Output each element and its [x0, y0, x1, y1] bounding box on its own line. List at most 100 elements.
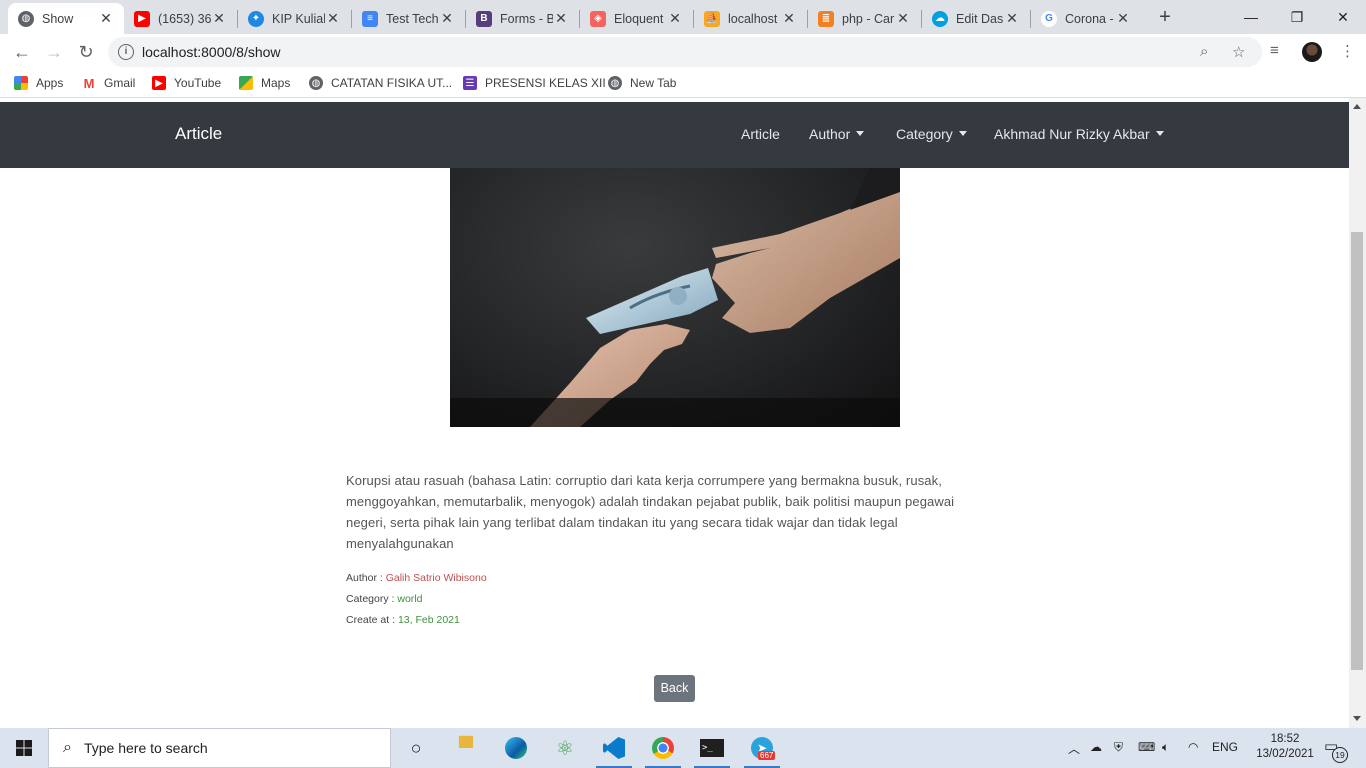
windows-logo-icon — [16, 740, 32, 756]
gmail-icon: M — [82, 75, 96, 91]
address-bar[interactable]: i localhost:8000/8/show ⌕ ☆ — [108, 37, 1262, 67]
tab-show[interactable]: ◍ Show ✕ — [8, 3, 124, 34]
bookmark-star-icon[interactable]: ☆ — [1232, 43, 1245, 61]
menu-kebab-icon[interactable]: ⋮ — [1340, 42, 1355, 60]
apps-grid-icon — [14, 76, 28, 90]
telegram-icon[interactable]: ➤ 667 — [744, 734, 780, 768]
reload-icon[interactable]: ↻ — [74, 40, 98, 64]
security-icon[interactable]: ⛨ — [1114, 740, 1123, 755]
volume-icon[interactable]: 🔈︎ — [1162, 740, 1169, 755]
bookmark-new-tab[interactable]: ◍ New Tab — [608, 76, 676, 90]
tab-eloquent[interactable]: ◈ Eloquent ✕ — [580, 3, 693, 34]
language-indicator[interactable]: ENG — [1212, 740, 1238, 754]
start-button[interactable] — [0, 728, 48, 768]
chrome-icon[interactable] — [645, 734, 681, 768]
telegram-badge: 667 — [758, 751, 776, 760]
vscode-icon[interactable] — [596, 734, 632, 768]
close-window-icon[interactable]: ✕ — [1320, 0, 1366, 34]
minimize-icon[interactable]: — — [1228, 0, 1274, 34]
scroll-up-icon[interactable] — [1353, 104, 1361, 109]
article-category-row: Category : world — [346, 593, 422, 605]
terminal-icon[interactable]: >_ — [694, 734, 730, 768]
cortana-icon[interactable]: ○ — [402, 734, 430, 762]
nav-dropdown-category[interactable]: Category — [896, 126, 967, 142]
forward-arrow-icon[interactable]: → — [42, 40, 66, 64]
close-icon[interactable]: ✕ — [325, 10, 341, 27]
info-icon[interactable]: i — [118, 44, 134, 60]
back-button[interactable]: Back — [654, 675, 695, 702]
clock-date: 13/02/2021 — [1256, 748, 1314, 760]
article-image-illustration — [450, 168, 900, 427]
tab-localhost[interactable]: ⛵ localhost ✕ — [694, 3, 807, 34]
bookmark-youtube[interactable]: ▶ YouTube — [152, 76, 221, 90]
close-icon[interactable]: ✕ — [895, 10, 911, 27]
bookmark-label: Gmail — [104, 76, 136, 90]
tab-edit-dash[interactable]: ☁ Edit Dash ✕ — [922, 3, 1030, 34]
tab-kip[interactable]: ✦ KIP Kuliah ✕ — [238, 3, 351, 34]
bookmark-catatan-fisika[interactable]: ◍ CATATAN FISIKA UT... — [309, 76, 452, 90]
new-tab-button[interactable]: + — [1154, 6, 1176, 28]
nav-dropdown-user[interactable]: Akhmad Nur Rizky Akbar — [994, 126, 1164, 142]
scroll-down-icon[interactable] — [1353, 716, 1361, 721]
bookmark-maps[interactable]: Maps — [239, 76, 290, 90]
close-icon[interactable]: ✕ — [439, 10, 455, 27]
windows-taskbar: ⌕ Type here to search ○ ▀ ⚛ >_ ➤ 667 ︿ ☁… — [0, 728, 1366, 768]
close-icon[interactable]: ✕ — [1115, 10, 1131, 27]
tab-title: Test Tech — [386, 11, 439, 26]
author-value: Galih Satrio Wibisono — [385, 572, 487, 584]
atom-icon[interactable]: ⚛ — [551, 734, 579, 762]
tab-corona[interactable]: G Corona - ✕ — [1031, 3, 1141, 34]
edge-icon[interactable] — [502, 734, 530, 762]
page-scrollbar[interactable] — [1349, 98, 1366, 728]
tab-php[interactable]: ≣ php - Car ✕ — [808, 3, 921, 34]
close-icon[interactable]: ✕ — [98, 10, 114, 27]
tab-title: Forms - B — [500, 11, 553, 26]
search-icon: ⌕ — [63, 739, 72, 756]
bookmark-label: Apps — [36, 76, 64, 90]
browser-toolbar: ← → ↻ i localhost:8000/8/show ⌕ ☆ ≡ ⋮ — [0, 34, 1366, 70]
url-text[interactable]: localhost:8000/8/show — [142, 44, 281, 60]
tab-title: localhost — [728, 11, 778, 26]
tab-forms[interactable]: B Forms - B ✕ — [466, 3, 579, 34]
google-icon: G — [1041, 10, 1057, 27]
tab-title: Edit Dash — [956, 11, 1004, 26]
bookmark-label: YouTube — [174, 76, 222, 90]
forms-icon: ☰ — [463, 76, 477, 90]
wifi-icon[interactable]: ◠ — [1188, 740, 1198, 754]
close-icon[interactable]: ✕ — [781, 10, 797, 27]
file-explorer-icon[interactable]: ▀ — [452, 734, 480, 762]
site-navbar: Article Article Author Category Akhmad N… — [0, 102, 1349, 168]
tab-youtube[interactable]: ▶ (1653) 36 ✕ — [124, 3, 237, 34]
profile-avatar[interactable] — [1302, 42, 1322, 62]
nav-dropdown-author[interactable]: Author — [809, 126, 865, 142]
bookmark-apps[interactable]: Apps — [14, 76, 63, 90]
stackoverflow-icon: ≣ — [818, 10, 834, 27]
ime-icon[interactable]: ⌨ — [1138, 740, 1155, 754]
close-icon[interactable]: ✕ — [553, 10, 569, 27]
bookmark-gmail[interactable]: M Gmail — [82, 75, 136, 91]
nav-link-article[interactable]: Article — [741, 126, 780, 142]
back-arrow-icon[interactable]: ← — [10, 40, 34, 64]
tab-test-tech[interactable]: ≡ Test Tech ✕ — [352, 3, 465, 34]
action-center-icon[interactable]: ▭ 19 — [1324, 737, 1348, 763]
article-created-row: Create at : 13, Feb 2021 — [346, 614, 460, 626]
restore-icon[interactable]: ❐ — [1274, 0, 1320, 34]
close-icon[interactable]: ✕ — [667, 10, 683, 27]
system-clock[interactable]: 18:52 13/02/2021 — [1253, 732, 1317, 762]
show-hidden-icons-icon[interactable]: ︿ — [1068, 740, 1080, 757]
author-label: Author : — [346, 572, 383, 584]
nav-link-label: Article — [741, 126, 780, 142]
taskbar-search-box[interactable]: ⌕ Type here to search — [48, 728, 391, 768]
navbar-brand[interactable]: Article — [175, 124, 222, 144]
zoom-icon[interactable]: ⌕ — [1200, 43, 1208, 60]
article-author-row: Author : Galih Satrio Wibisono — [346, 572, 487, 584]
close-icon[interactable]: ✕ — [1004, 10, 1020, 27]
bookmarks-bar: Apps M Gmail ▶ YouTube Maps ◍ CATATAN FI… — [0, 70, 1366, 98]
caret-down-icon — [958, 131, 967, 136]
bookmark-presensi[interactable]: ☰ PRESENSI KELAS XII — [463, 76, 606, 90]
close-icon[interactable]: ✕ — [211, 10, 227, 27]
onedrive-icon[interactable]: ☁ — [1090, 740, 1102, 754]
globe-icon: ◍ — [18, 10, 34, 27]
scrollbar-thumb[interactable] — [1351, 232, 1363, 670]
media-queue-icon[interactable]: ≡ — [1270, 42, 1279, 59]
